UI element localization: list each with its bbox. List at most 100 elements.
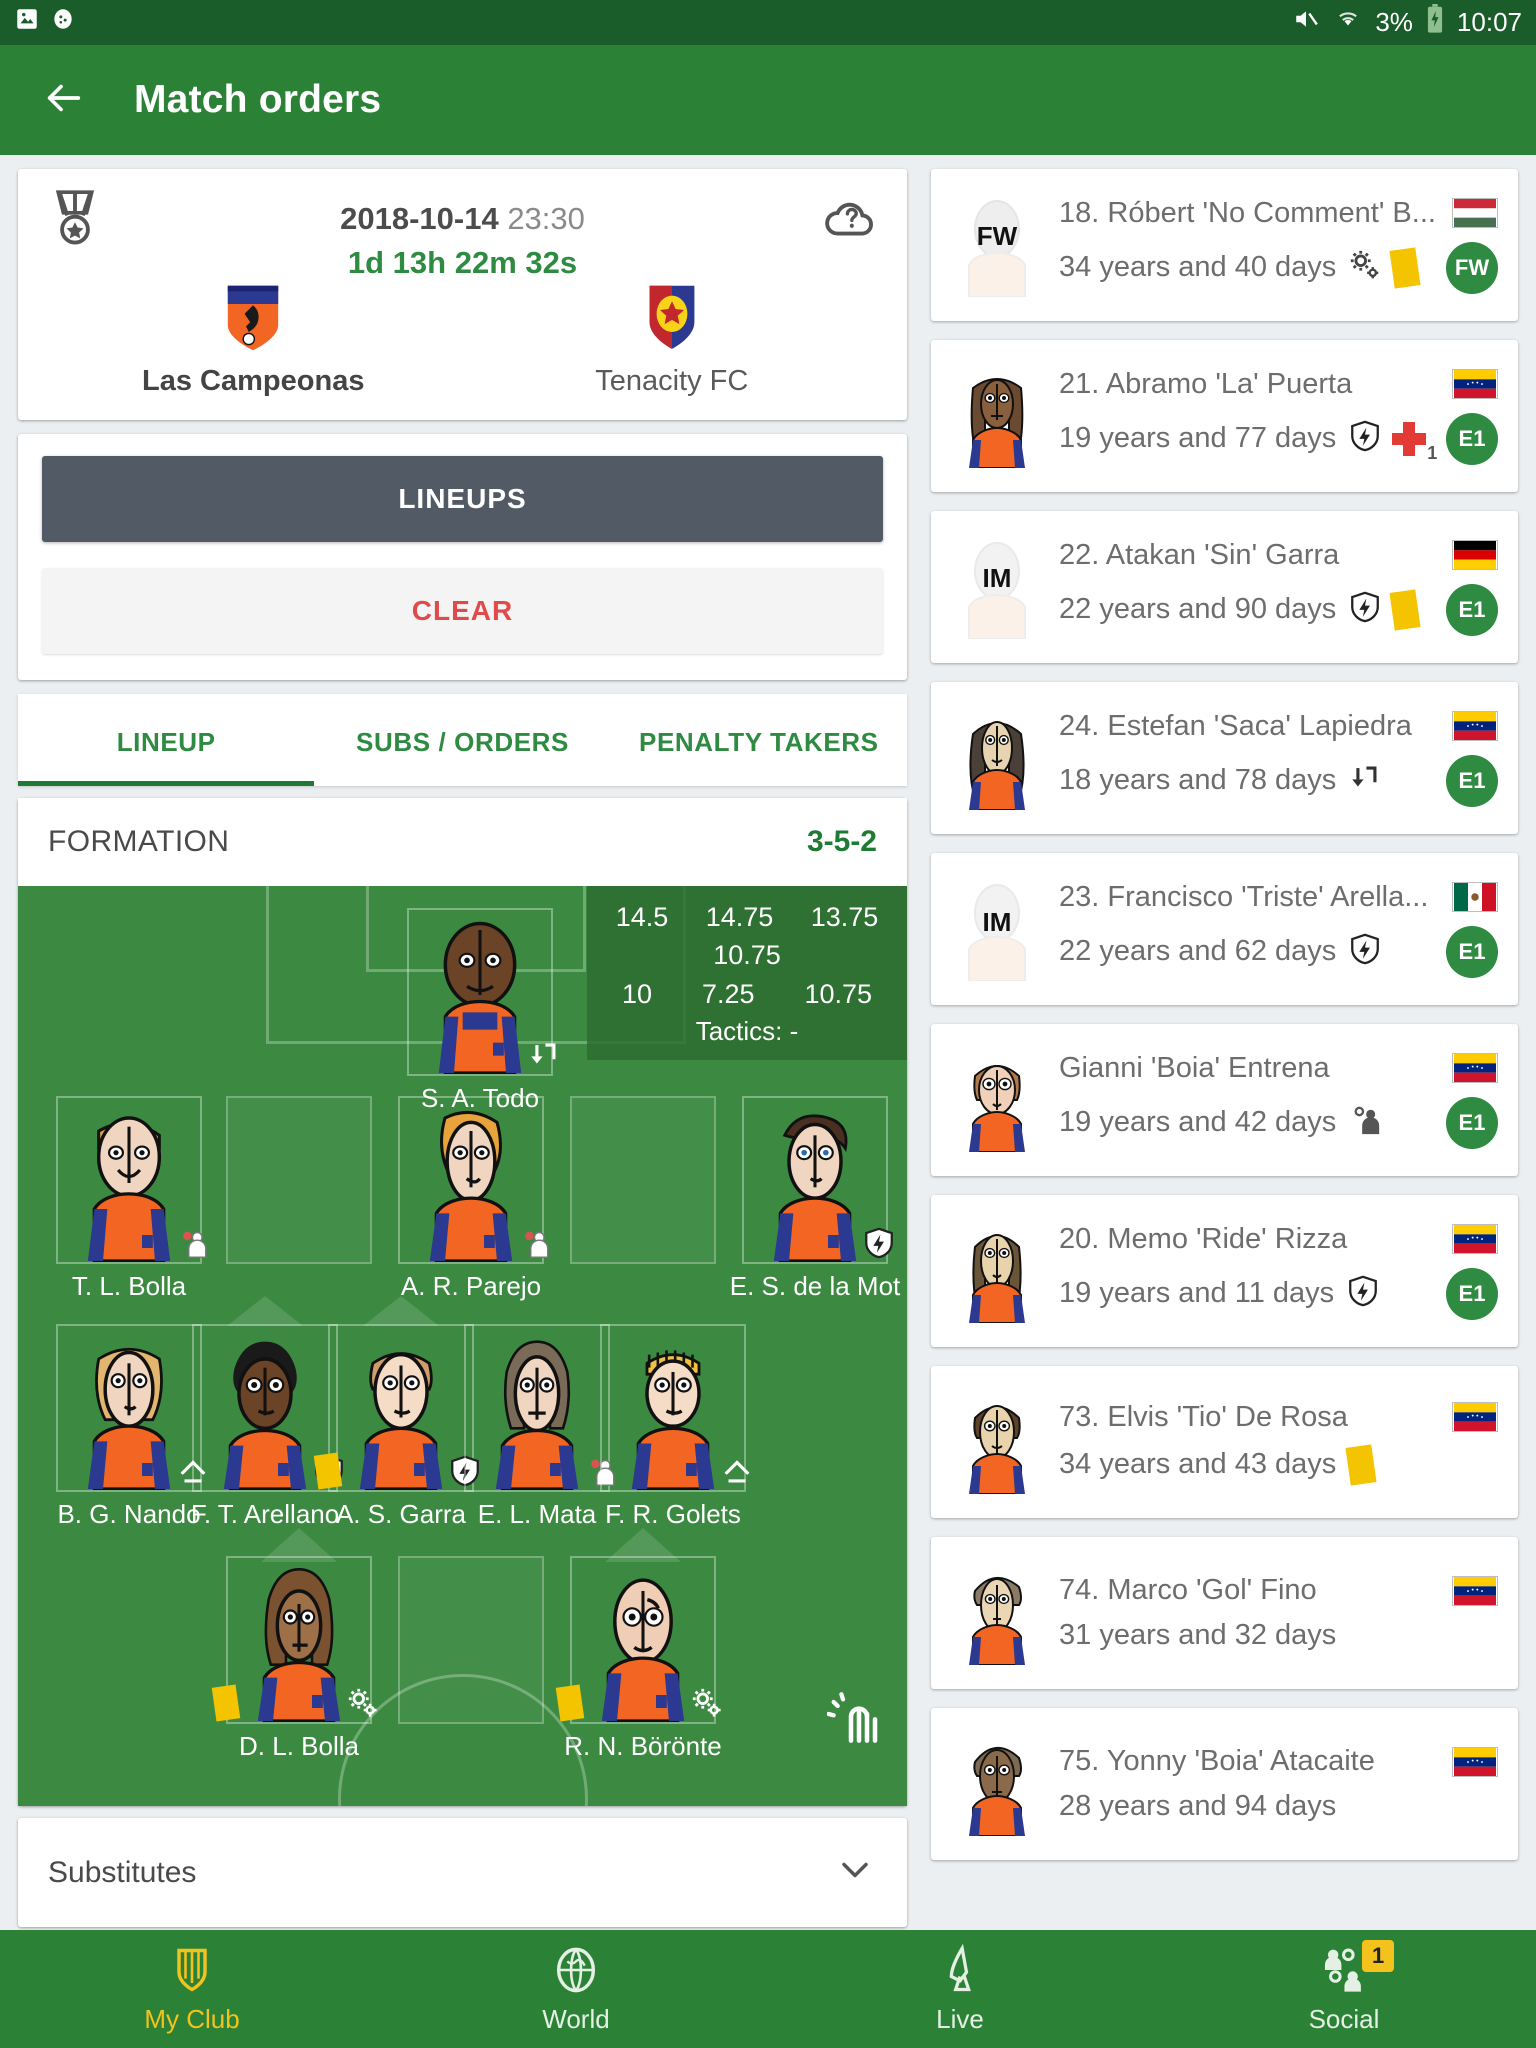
pitch[interactable]: 14.5 14.75 13.75 10.75 10 7.25 10.75 Tac… <box>18 886 907 1806</box>
home-team[interactable]: Las Campeonas <box>44 283 463 398</box>
yellow-card-icon <box>1345 1443 1377 1486</box>
available-players-list[interactable]: FW 18. Róbert 'No Comment' B... 34 years… <box>925 155 1536 1930</box>
bottom-navigation: My Club World Live 1 Social <box>0 1930 1536 2048</box>
player-slot-forward-1[interactable]: D. L. Bolla <box>211 1528 377 1762</box>
flag-mexico-icon <box>1452 882 1498 912</box>
battery-percent: 3% <box>1375 7 1413 37</box>
player-slot-empty-2[interactable] <box>570 1096 716 1264</box>
player-name: 21. Abramo 'La' Puerta <box>1059 367 1353 400</box>
player-status-icons <box>1348 932 1382 971</box>
player-slot-goalkeeper[interactable]: S. A. Todo <box>407 908 556 1114</box>
player-frame[interactable] <box>407 908 556 1076</box>
player-slot-empty-1[interactable] <box>226 1096 372 1264</box>
player-name: 18. Róbert 'No Comment' B... <box>1059 196 1436 229</box>
empty-frame[interactable] <box>226 1096 372 1264</box>
clear-button[interactable]: CLEAR <box>42 568 883 654</box>
list-item[interactable]: 20. Memo 'Ride' Rizza 19 years and 11 da… <box>931 1195 1518 1347</box>
player-badges <box>346 1686 380 1720</box>
nav-label: My Club <box>144 2003 240 2034</box>
list-item[interactable]: IM 23. Francisco 'Triste' Arella... 22 y… <box>931 853 1518 1005</box>
chevron-down-icon[interactable] <box>833 1848 877 1897</box>
player-status-icons <box>1348 246 1421 289</box>
player-slot-midfielder-5[interactable]: F. R. Golets <box>600 1324 750 1530</box>
player-slot-midfielder-1[interactable]: B. G. Nando <box>56 1324 206 1530</box>
injury-count: 1 <box>1427 442 1438 463</box>
flag-venezuela-icon <box>1452 1053 1498 1083</box>
player-status-icons: 1 <box>1348 419 1437 463</box>
nav-item-world[interactable]: World <box>384 1944 768 2035</box>
role-badge: E1 <box>1446 754 1498 807</box>
player-slot-midfielder-4[interactable]: E. L. Mata <box>464 1324 615 1530</box>
list-item[interactable]: IM 22. Atakan 'Sin' Garra 22 years and 9… <box>931 511 1518 663</box>
flag-venezuela-icon <box>1452 1575 1498 1606</box>
player-slot-midfielder-3[interactable]: A. S. Garra <box>313 1296 479 1530</box>
player-name: F. R. Golets <box>605 1499 741 1529</box>
formation-header[interactable]: FORMATION 3-5-2 <box>18 798 907 886</box>
tab-penalty-takers[interactable]: PENALTY TAKERS <box>611 694 907 786</box>
player-frame[interactable] <box>555 1556 721 1724</box>
empty-frame[interactable] <box>570 1096 716 1264</box>
lineups-button[interactable]: LINEUPS <box>42 456 883 542</box>
player-frame[interactable] <box>464 1324 615 1492</box>
list-item[interactable]: 74. Marco 'Gol' Fino 31 years and 32 day… <box>931 1537 1518 1689</box>
player-frame[interactable] <box>56 1324 206 1492</box>
player-frame[interactable] <box>742 1096 893 1264</box>
gears-icon <box>346 1686 380 1720</box>
player-slot-defender-2[interactable]: A. R. Parejo <box>398 1096 549 1302</box>
substitutes-section[interactable]: Substitutes <box>18 1818 907 1927</box>
player-age: 19 years and 77 days <box>1059 422 1337 454</box>
player-age: 19 years and 42 days <box>1059 1106 1337 1138</box>
player-slot-defender-1[interactable]: T. L. Bolla <box>56 1096 207 1302</box>
player-age: 28 years and 94 days <box>1059 1790 1337 1822</box>
position-arrow-icon <box>363 1296 439 1326</box>
fingerprint-icon[interactable] <box>826 1690 891 1754</box>
player-name: E. L. Mata <box>477 1499 597 1529</box>
list-item[interactable]: 75. Yonny 'Boia' Atacaite 28 years and 9… <box>931 1708 1518 1860</box>
player-slot-midfielder-2[interactable]: F. T. Arellano <box>190 1296 343 1530</box>
team-stats-overlay: 14.5 14.75 13.75 10.75 10 7.25 10.75 Tac… <box>587 886 907 1060</box>
injury-cross-icon: 1 <box>1392 421 1437 463</box>
avatar <box>969 378 1025 468</box>
player-age: 19 years and 11 days <box>1059 1277 1335 1309</box>
left-pane: 2018-10-14 23:30 1d 13h 22m 32s Las Camp… <box>0 155 925 1930</box>
list-item[interactable]: 73. Elvis 'Tio' De Rosa 34 years and 43 … <box>931 1366 1518 1518</box>
list-item[interactable]: Gianni 'Boia' Entrena 19 years and 42 da… <box>931 1024 1518 1176</box>
away-team[interactable]: Tenacity FC <box>463 283 882 398</box>
gears-icon <box>690 1686 724 1720</box>
player-slot-empty-3[interactable] <box>398 1556 544 1724</box>
match-summary-card[interactable]: 2018-10-14 23:30 1d 13h 22m 32s Las Camp… <box>18 169 907 420</box>
player-name: F. T. Arellano <box>190 1499 340 1529</box>
player-frame[interactable] <box>211 1556 377 1724</box>
list-item[interactable]: 21. Abramo 'La' Puerta 19 years and 77 d… <box>931 340 1518 492</box>
tab-subs-orders[interactable]: SUBS / ORDERS <box>314 694 610 786</box>
player-frame[interactable] <box>398 1096 549 1264</box>
player-frame[interactable] <box>56 1096 207 1264</box>
player-frame[interactable] <box>600 1324 750 1492</box>
player-card-badge <box>211 1684 241 1722</box>
avatar: IM <box>968 884 1026 981</box>
page-title: Match orders <box>134 78 382 121</box>
player-frame[interactable] <box>313 1324 479 1492</box>
player-status-icons <box>1345 1443 1377 1486</box>
stamina-shield-icon <box>1346 1274 1380 1313</box>
avatar <box>257 1568 341 1722</box>
avatar <box>631 1350 715 1490</box>
tab-lineup[interactable]: LINEUP <box>18 694 315 786</box>
list-item[interactable]: FW 18. Róbert 'No Comment' B... 34 years… <box>931 169 1518 321</box>
empty-frame[interactable] <box>398 1556 544 1724</box>
player-slot-forward-2[interactable]: R. N. Börönte <box>555 1528 722 1762</box>
mute-icon <box>1291 6 1321 39</box>
nav-item-live[interactable]: Live <box>768 1943 1152 2035</box>
gears-icon <box>1348 248 1382 287</box>
back-arrow-icon[interactable] <box>40 75 86 126</box>
avatar <box>223 1341 307 1490</box>
list-item[interactable]: 24. Estefan 'Saca' Lapiedra 18 years and… <box>931 682 1518 834</box>
nav-item-social[interactable]: 1 Social <box>1152 1939 1536 2035</box>
nav-item-my-club[interactable]: My Club <box>0 1944 384 2035</box>
player-slot-defender-3[interactable]: E. S. de la Mot <box>730 1096 900 1302</box>
player-badges <box>690 1686 724 1720</box>
stat-mid: 10.75 <box>713 940 781 971</box>
man-marking-icon <box>518 1226 552 1260</box>
substitutes-label: Substitutes <box>48 1855 197 1889</box>
player-age: 34 years and 43 days <box>1059 1448 1337 1480</box>
